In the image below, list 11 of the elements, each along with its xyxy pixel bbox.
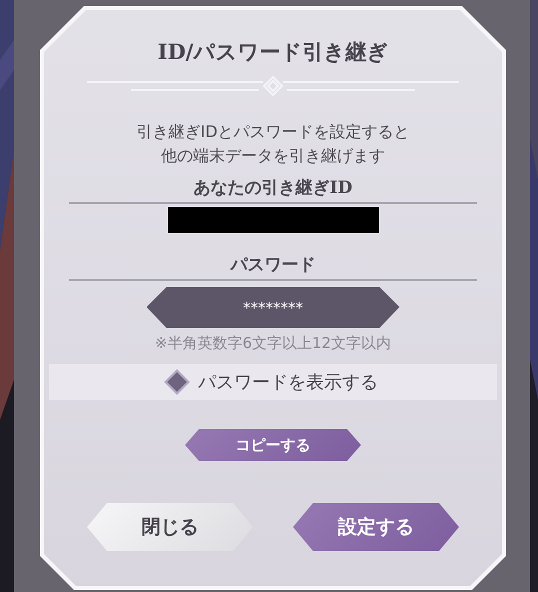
checkbox-label: パスワードを表示する [198, 371, 378, 394]
hint-text: ※半角英数字6文字以上12文字以内 [154, 333, 392, 354]
description-text: 引き継ぎIDとパスワードを設定すると [136, 121, 410, 143]
description-text: 他の端末データを引き継げます [160, 145, 385, 167]
password-field[interactable]: ******** [146, 287, 400, 328]
copy-button[interactable]: コピーする [185, 429, 361, 461]
close-button[interactable]: 閉じる [87, 503, 253, 551]
section-label: パスワード [230, 254, 316, 277]
confirm-button[interactable]: 設定する [293, 503, 459, 551]
section-label: あなたの引き継ぎID [194, 177, 352, 200]
dialog-title: ID/パスワード引き継ぎ [158, 38, 388, 66]
